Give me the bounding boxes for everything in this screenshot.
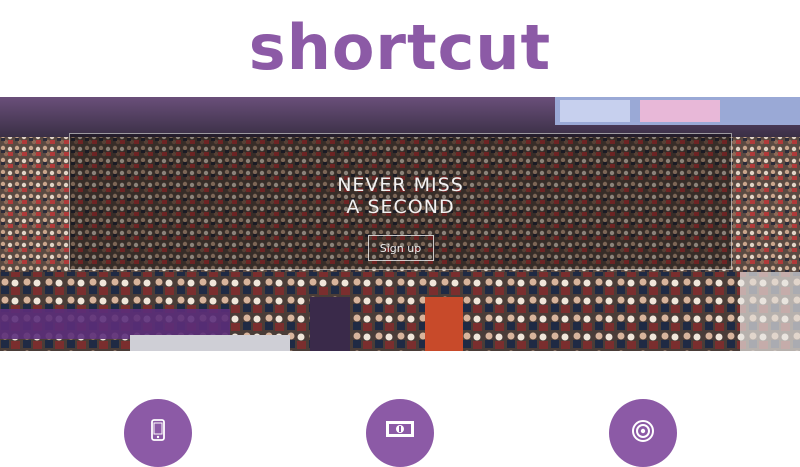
logo-text: shortcut xyxy=(248,11,552,84)
features-section xyxy=(0,351,800,467)
logo[interactable]: shortcut xyxy=(0,8,800,88)
hero-overlay-panel: NEVER MISS A SECOND Sign up xyxy=(69,133,732,270)
feature-mobile[interactable] xyxy=(124,399,192,467)
headline-line-1: NEVER MISS xyxy=(337,174,464,196)
hero-headline: NEVER MISS A SECOND xyxy=(337,174,464,218)
sign-up-button[interactable]: Sign up xyxy=(367,235,434,261)
ticket-icon xyxy=(386,421,414,437)
target-icon xyxy=(632,420,654,442)
mobile-phone-icon xyxy=(151,419,165,441)
hero-banner: NEVER MISS A SECOND Sign up xyxy=(0,97,800,351)
feature-target[interactable] xyxy=(609,399,677,467)
headline-line-2: A SECOND xyxy=(346,196,455,218)
feature-ticket[interactable] xyxy=(366,399,434,467)
